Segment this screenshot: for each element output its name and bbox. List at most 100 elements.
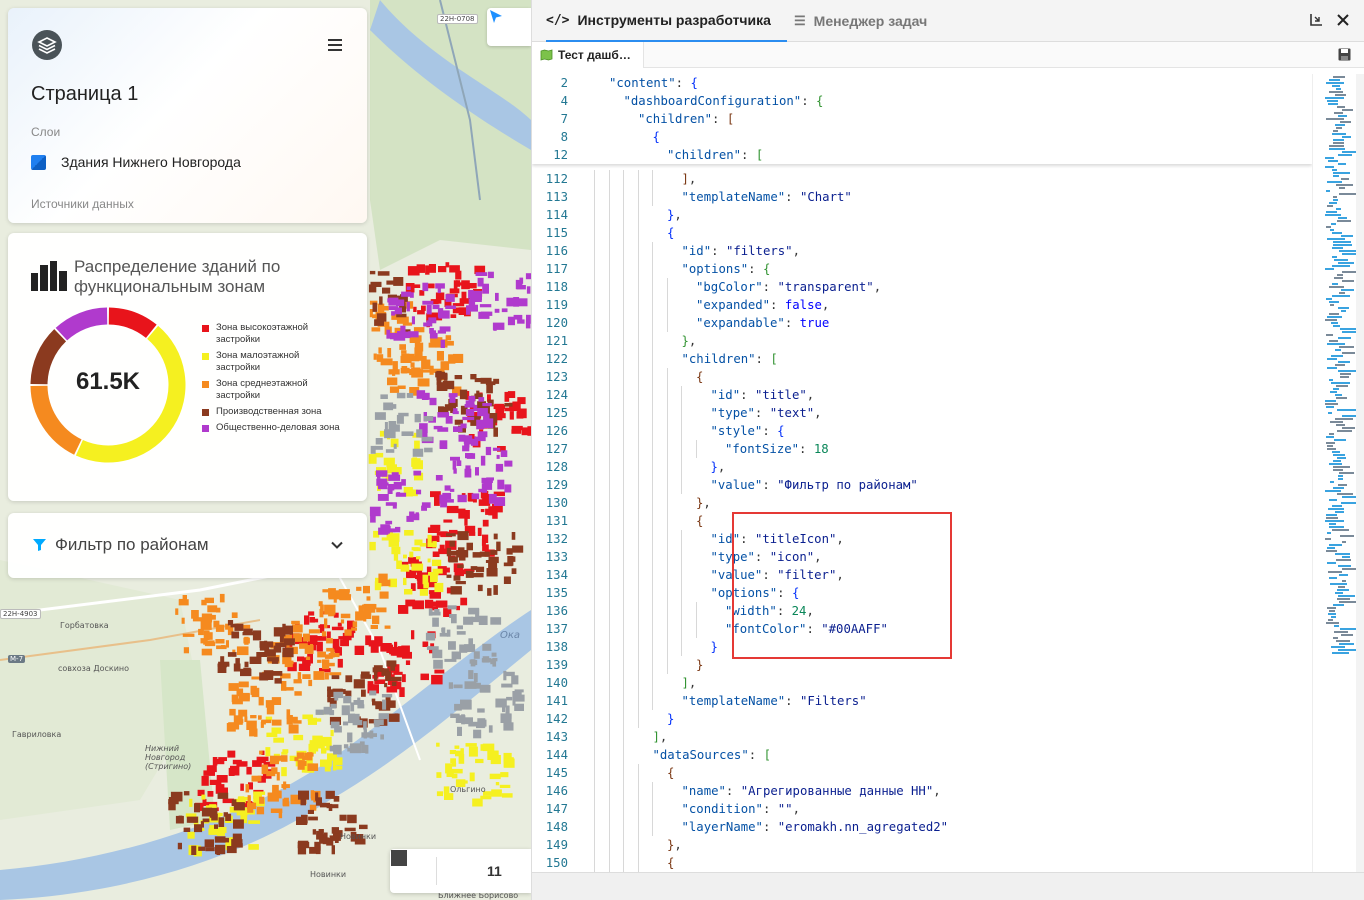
- building-cluster: [480, 509, 485, 513]
- building-cluster: [487, 750, 499, 760]
- indent-guide: [623, 674, 624, 692]
- indent-guide: [652, 188, 653, 206]
- minimap-line: [1335, 418, 1353, 420]
- filter-card[interactable]: Фильтр по районам: [8, 513, 367, 578]
- minimap-line: [1329, 148, 1345, 150]
- minimap-line: [1335, 94, 1346, 96]
- tab-developer-tools[interactable]: </> Инструменты разработчика: [546, 0, 787, 42]
- legend-item[interactable]: Общественно-деловая зона: [202, 422, 342, 434]
- building-cluster: [227, 652, 237, 657]
- indent-guide: [608, 584, 610, 602]
- app-logo[interactable]: [32, 30, 62, 60]
- indent-guide: [652, 800, 653, 818]
- building-cluster: [452, 411, 459, 415]
- horizontal-scrollbar[interactable]: [532, 872, 1364, 900]
- building-cluster: [340, 613, 351, 619]
- code-text: },: [696, 496, 711, 510]
- building-cluster: [432, 541, 437, 548]
- code-line: 114},: [532, 206, 1312, 224]
- building-cluster: [476, 566, 485, 573]
- building-cluster: [294, 757, 299, 762]
- close-icon[interactable]: [1335, 12, 1351, 28]
- indent-guide: [652, 566, 653, 584]
- building-cluster: [433, 659, 443, 669]
- vertical-scrollbar[interactable]: [1356, 74, 1364, 872]
- building-cluster: [409, 338, 421, 343]
- building-cluster: [437, 412, 449, 418]
- hamburger-menu-icon[interactable]: [328, 39, 342, 51]
- dock-icon[interactable]: [1308, 12, 1324, 28]
- indent-guide: [594, 854, 595, 872]
- code-line: 117 "options": {: [532, 260, 1312, 278]
- map-file-icon: [540, 49, 553, 61]
- building-cluster: [501, 793, 513, 798]
- donut-slice[interactable]: [108, 307, 157, 339]
- building-cluster: [310, 790, 315, 799]
- minimap-line: [1333, 172, 1350, 174]
- building-cluster: [472, 798, 483, 807]
- legend-item[interactable]: Производственная зона: [202, 406, 342, 418]
- building-cluster: [317, 651, 326, 658]
- building-cluster: [291, 620, 300, 625]
- line-number: 126: [545, 424, 568, 438]
- indent-guide: [608, 458, 610, 476]
- building-cluster: [294, 691, 302, 696]
- building-cluster: [468, 670, 474, 679]
- building-cluster: [457, 564, 464, 568]
- file-tab-dashboard[interactable]: Тест дашб…: [532, 42, 644, 68]
- tab-task-manager[interactable]: ☰ Менеджер задач: [794, 0, 927, 42]
- indent-guide: [594, 386, 595, 404]
- add-button[interactable]: [391, 849, 483, 893]
- line-number: 138: [545, 640, 568, 654]
- donut-slice[interactable]: [55, 307, 108, 341]
- building-cluster: [370, 645, 379, 653]
- building-cluster: [457, 494, 467, 503]
- minimap-line: [1332, 133, 1346, 135]
- minimap-line: [1337, 493, 1353, 495]
- minimap-line: [1339, 643, 1354, 645]
- save-icon[interactable]: [1338, 48, 1351, 61]
- building-cluster: [479, 684, 491, 693]
- building-cluster: [492, 658, 498, 662]
- code-editor[interactable]: 2 "content": {4 "dashboardConfiguration": …: [532, 74, 1312, 872]
- select-tool-button[interactable]: [487, 8, 531, 46]
- code-text: {: [696, 370, 704, 384]
- indent-guide: [623, 494, 624, 512]
- building-cluster: [477, 431, 488, 438]
- indent-guide: [681, 422, 682, 440]
- indent-guide: [608, 620, 610, 638]
- minimap-line: [1330, 229, 1334, 231]
- building-cluster: [456, 605, 460, 611]
- chevron-down-icon[interactable]: [330, 538, 344, 552]
- indent-guide: [695, 620, 697, 638]
- code-line: 140],: [532, 674, 1312, 692]
- map-toolbar: 11: [390, 849, 531, 893]
- legend-item[interactable]: Зона малоэтажной застройки: [202, 350, 342, 374]
- indent-guide: [637, 242, 639, 260]
- donut-center-value: 61.5K: [75, 368, 141, 395]
- minimap-line: [1325, 319, 1337, 321]
- building-cluster: [453, 408, 458, 412]
- data-sources-section-label[interactable]: Источники данных: [31, 197, 134, 211]
- building-cluster: [201, 794, 206, 800]
- building-cluster: [261, 644, 266, 648]
- legend-item[interactable]: Зона высокоэтажной застройки: [202, 322, 342, 346]
- building-cluster: [177, 842, 182, 850]
- layer-item[interactable]: Здания Нижнего Новгорода: [31, 154, 241, 170]
- building-cluster: [473, 729, 482, 739]
- building-cluster: [446, 629, 451, 637]
- building-cluster: [485, 381, 496, 386]
- indent-guide: [608, 332, 610, 350]
- legend-item[interactable]: Зона среднеэтажной застройки: [202, 378, 342, 402]
- building-cluster: [363, 721, 367, 730]
- building-cluster: [204, 597, 214, 604]
- minimap-line: [1325, 157, 1334, 159]
- building-cluster: [419, 543, 427, 547]
- minimap-line: [1333, 175, 1339, 177]
- building-cluster: [191, 845, 197, 855]
- building-cluster: [316, 641, 323, 652]
- building-cluster: [466, 453, 476, 459]
- page-count[interactable]: 11: [487, 863, 502, 879]
- filter-title[interactable]: Фильтр по районам: [55, 535, 209, 555]
- indent-guide: [594, 710, 595, 728]
